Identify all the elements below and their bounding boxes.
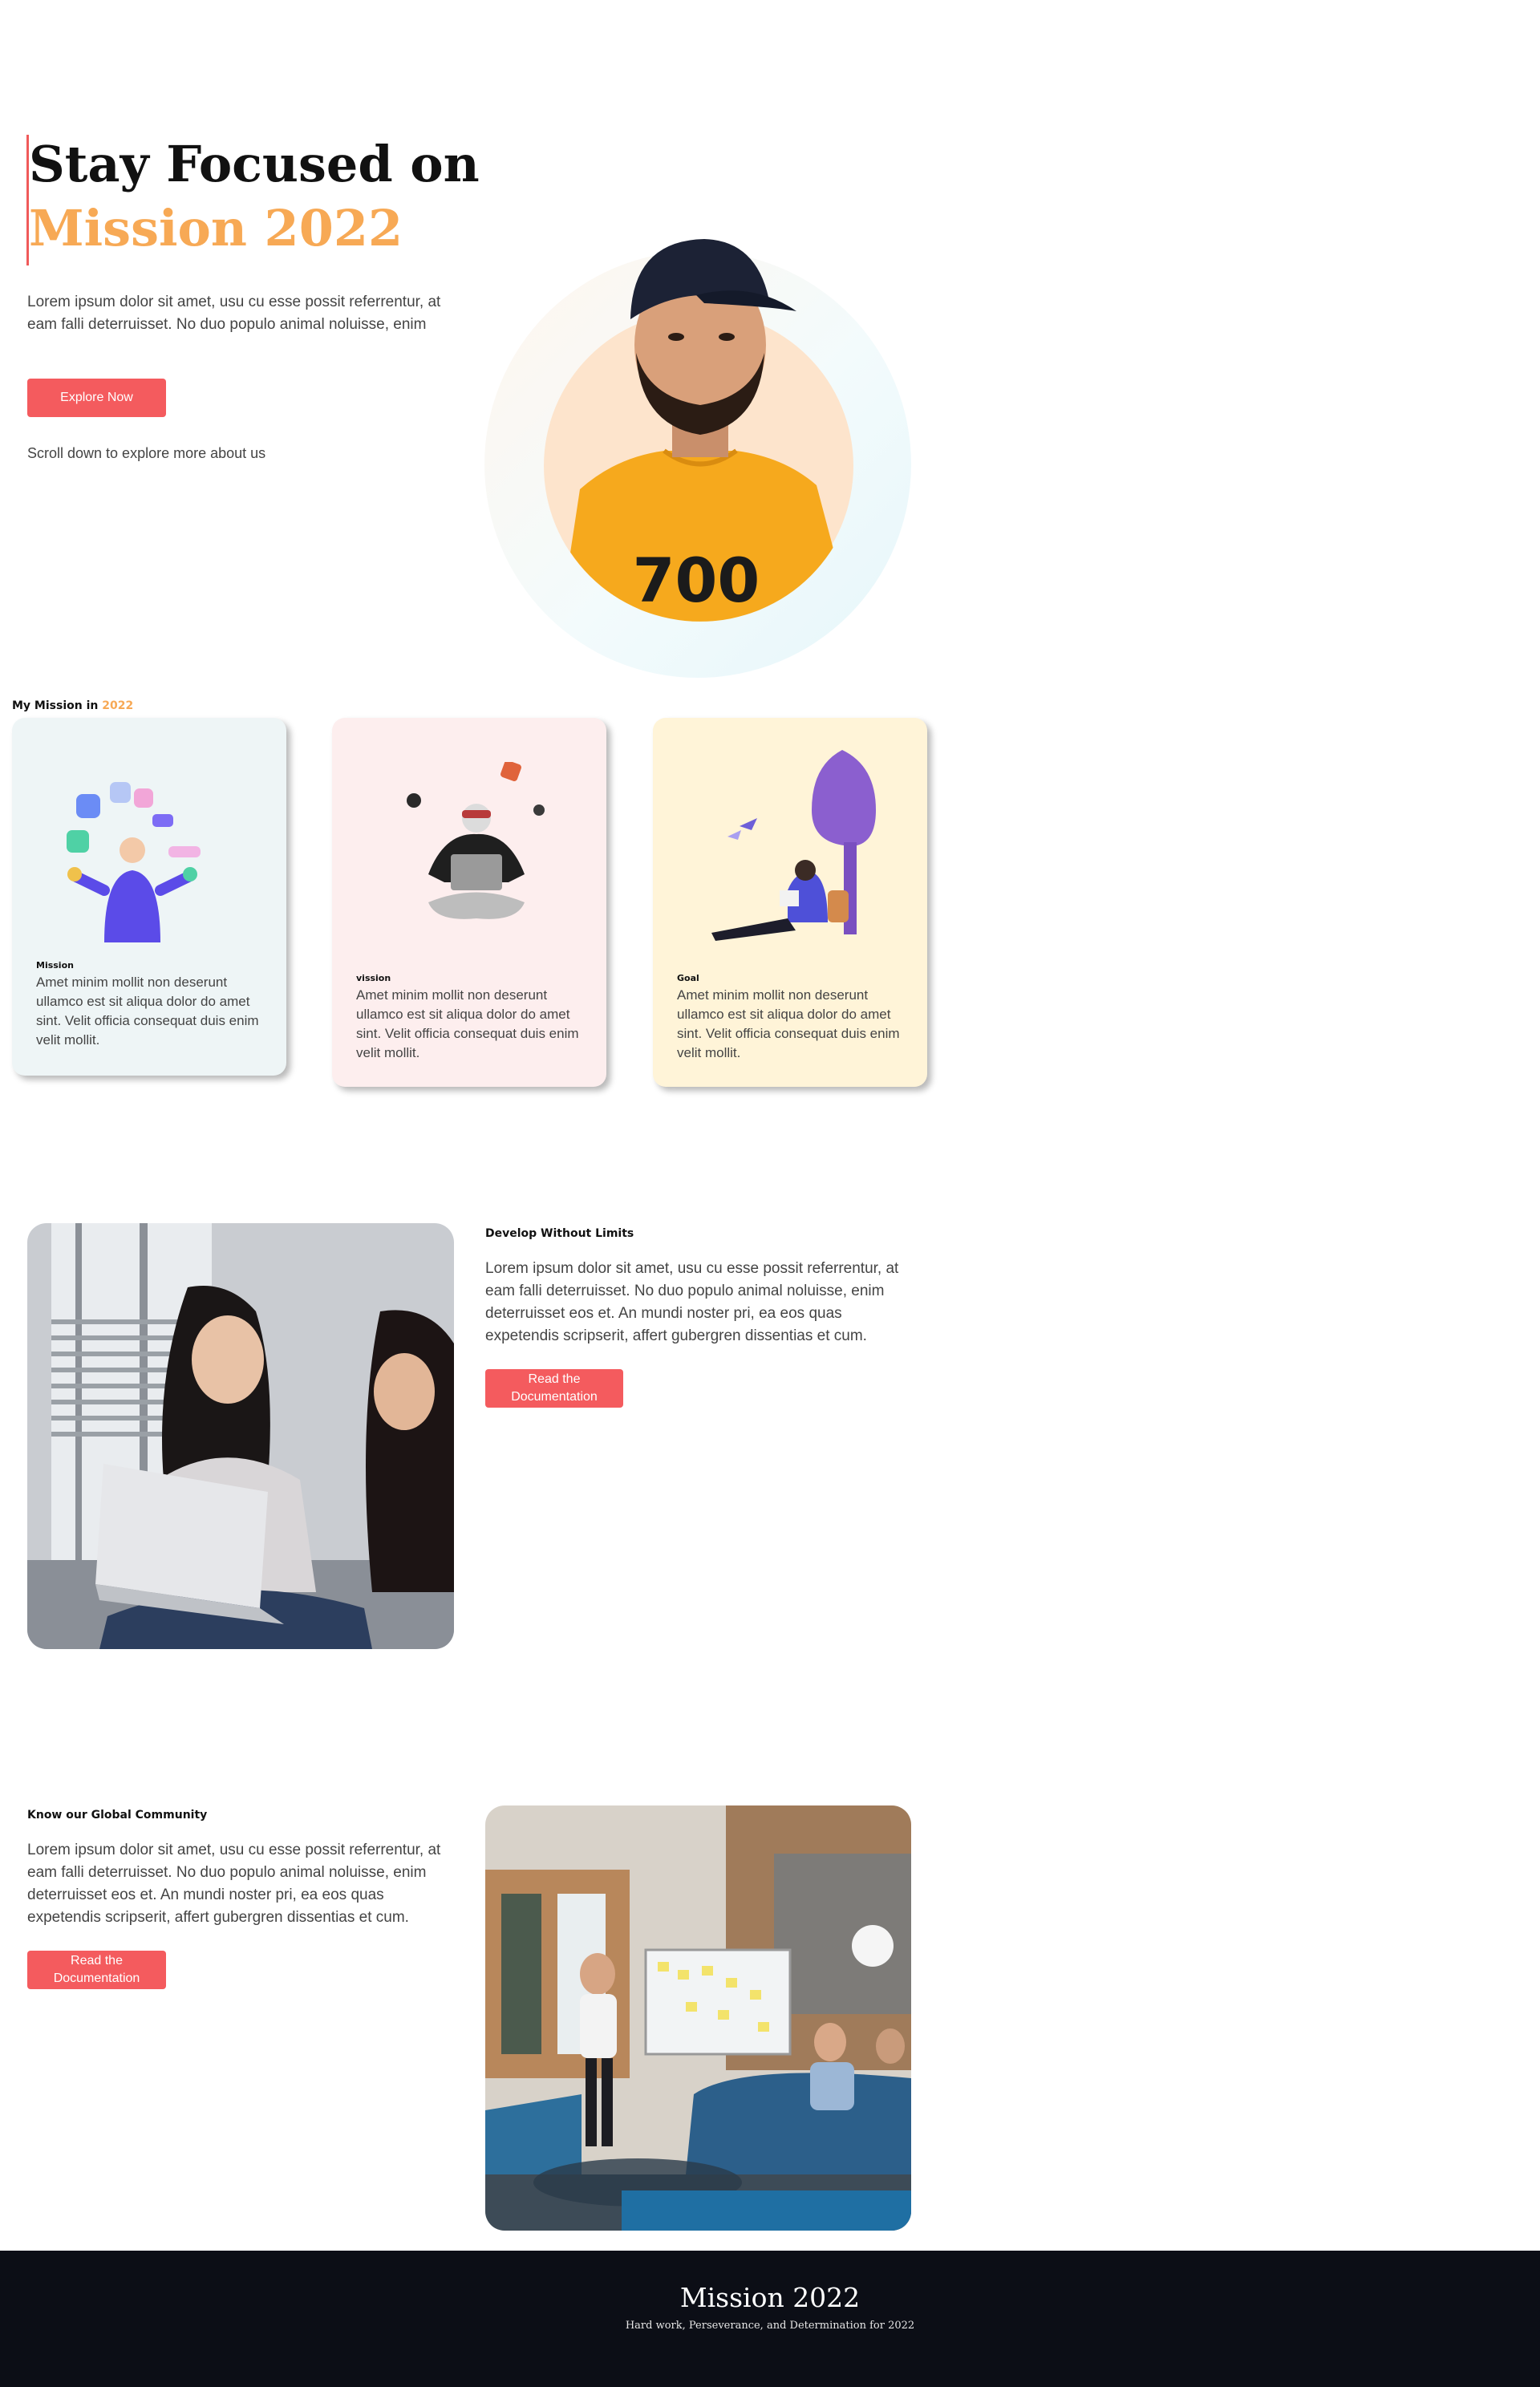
goal-card-title: Goal [677, 973, 699, 983]
scroll-hint: Scroll down to explore more about us [27, 445, 266, 461]
office-meeting-photo [485, 1805, 911, 2231]
footer-title: Mission 2022 [679, 2282, 861, 2313]
develop-photo [27, 1223, 454, 1649]
community-heading: Know our Global Community [27, 1809, 208, 1822]
mission-heading-prefix: My Mission in [12, 699, 99, 712]
footer-subtitle: Hard work, Perseverance, and Determinati… [625, 2320, 915, 2332]
goal-card-text: Amet minim mollit non deserunt ullamco e… [677, 987, 900, 1060]
vission-card-title: vission [356, 973, 391, 983]
hero-title: Stay Focused on Mission 2022 [29, 132, 480, 261]
goal-card: Goal Amet minim mollit non deserunt ulla… [653, 718, 927, 1087]
mission-heading: My Mission in 2022 [12, 699, 133, 712]
vission-card-text: Amet minim mollit non deserunt ullamco e… [356, 987, 579, 1060]
hero-title-line1: Stay Focused on [29, 135, 480, 193]
hero-description: Lorem ipsum dolor sit amet, usu cu esse … [27, 294, 441, 333]
develop-text: Lorem ipsum dolor sit amet, usu cu esse … [485, 1260, 899, 1344]
mission-card-title: Mission [36, 960, 74, 971]
community-read-docs-button[interactable]: Read the Documentation [27, 1951, 166, 1989]
develop-read-docs-button[interactable]: Read the Documentation [485, 1369, 623, 1408]
community-text: Lorem ipsum dolor sit amet, usu cu esse … [27, 1842, 441, 1926]
develop-heading: Develop Without Limits [485, 1227, 634, 1240]
footer [0, 2251, 1540, 2387]
mission-card: Mission Amet minim mollit non deserunt u… [12, 718, 286, 1076]
floating-laptop-illustration [407, 762, 545, 919]
hero-title-line2: Mission 2022 [29, 199, 403, 257]
reading-tree-illustration [711, 750, 876, 941]
shirt-print: 700 [633, 545, 760, 616]
women-laptop-photo [27, 1223, 454, 1649]
mission-card-text: Amet minim mollit non deserunt ullamco e… [36, 975, 259, 1048]
vission-card: vission Amet minim mollit non deserunt u… [332, 718, 606, 1087]
juggler-illustration [67, 782, 201, 942]
community-photo [485, 1805, 911, 2231]
mission-heading-year: 2022 [102, 699, 134, 712]
hero-portrait-image: 700 [560, 239, 853, 622]
explore-now-button[interactable]: Explore Now [27, 379, 166, 417]
